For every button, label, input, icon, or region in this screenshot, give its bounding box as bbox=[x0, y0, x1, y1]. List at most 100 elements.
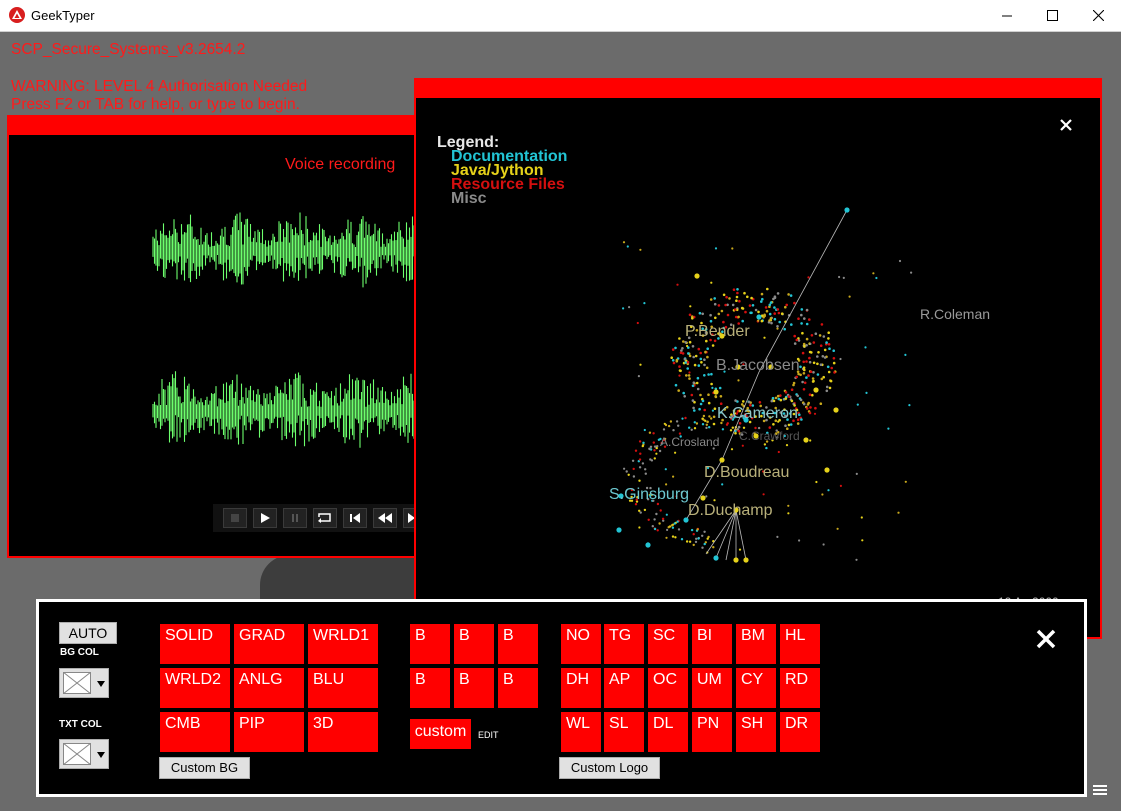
logo-no-button[interactable]: NO bbox=[561, 624, 601, 664]
graph-file-node bbox=[678, 337, 681, 340]
graph-file-node bbox=[713, 499, 716, 502]
graph-file-node bbox=[638, 466, 642, 469]
menu-button[interactable] bbox=[1093, 783, 1107, 795]
graph-file-node bbox=[784, 424, 787, 428]
b-button-4[interactable]: B bbox=[410, 668, 450, 708]
logo-pn-button[interactable]: PN bbox=[692, 712, 732, 752]
b-button-5[interactable]: B bbox=[454, 668, 494, 708]
panel-close-button[interactable] bbox=[1036, 629, 1058, 651]
graph-file-node bbox=[680, 538, 684, 541]
text-color-picker[interactable] bbox=[59, 739, 109, 769]
bg-blu-button[interactable]: BLU bbox=[308, 668, 378, 708]
minimize-button[interactable] bbox=[984, 0, 1030, 31]
bg-anlg-button[interactable]: ANLG bbox=[234, 668, 304, 708]
rewind-button[interactable] bbox=[373, 508, 397, 528]
graph-file-node bbox=[777, 311, 781, 315]
graph-file-node bbox=[808, 356, 811, 360]
b-button-3[interactable]: B bbox=[498, 624, 538, 664]
logo-cy-button[interactable]: CY bbox=[736, 668, 776, 708]
author-node bbox=[694, 273, 700, 279]
b-button-6[interactable]: B bbox=[498, 668, 538, 708]
graph-file-node bbox=[717, 304, 721, 307]
play-button[interactable] bbox=[253, 508, 277, 528]
graph-file-node bbox=[655, 512, 658, 516]
window-header[interactable] bbox=[9, 117, 418, 135]
graph-file-node bbox=[806, 403, 810, 406]
logo-ap-button[interactable]: AP bbox=[604, 668, 644, 708]
graph-file-node bbox=[712, 415, 716, 419]
logo-sh-button[interactable]: SH bbox=[736, 712, 776, 752]
logo-wl-button[interactable]: WL bbox=[561, 712, 601, 752]
logo-oc-button[interactable]: OC bbox=[648, 668, 688, 708]
logo-dr-button[interactable]: DR bbox=[780, 712, 820, 752]
graph-file-node bbox=[699, 402, 703, 406]
logo-rd-button[interactable]: RD bbox=[780, 668, 820, 708]
auto-button[interactable]: AUTO bbox=[59, 622, 117, 644]
logo-dh-button[interactable]: DH bbox=[561, 668, 601, 708]
graph-file-node bbox=[705, 423, 708, 426]
loop-button[interactable] bbox=[313, 508, 337, 528]
graph-file-node bbox=[812, 341, 816, 344]
stop-button[interactable] bbox=[223, 508, 247, 528]
bg-3d-button[interactable]: 3D bbox=[308, 712, 378, 752]
graph-file-node bbox=[696, 376, 700, 380]
bg-wrld1-button[interactable]: WRLD1 bbox=[308, 624, 378, 664]
graph-file-node bbox=[710, 417, 713, 420]
system-name: SCP_Secure_Systems_v3.2654.2 bbox=[11, 41, 246, 58]
logo-dl-button[interactable]: DL bbox=[648, 712, 688, 752]
maximize-button[interactable] bbox=[1029, 0, 1075, 31]
graph-file-node bbox=[823, 348, 827, 352]
pause-button[interactable] bbox=[283, 508, 307, 528]
logo-hl-button[interactable]: HL bbox=[780, 624, 820, 664]
b-button-2[interactable]: B bbox=[454, 624, 494, 664]
logo-sc-button[interactable]: SC bbox=[648, 624, 688, 664]
graph-file-node bbox=[722, 293, 726, 297]
logo-bi-button[interactable]: BI bbox=[692, 624, 732, 664]
custom-button[interactable]: custom bbox=[410, 719, 471, 749]
graph-file-node bbox=[703, 408, 706, 412]
graph-file-node bbox=[705, 366, 709, 370]
bg-color-picker[interactable] bbox=[59, 668, 109, 698]
logo-tg-button[interactable]: TG bbox=[604, 624, 644, 664]
graph-file-node bbox=[652, 432, 655, 435]
custom-bg-button[interactable]: Custom BG bbox=[159, 757, 250, 779]
graph-file-node bbox=[740, 306, 744, 310]
graph-file-node bbox=[812, 371, 815, 374]
skip-start-button[interactable] bbox=[343, 508, 367, 528]
bg-col-label: BG COL bbox=[60, 647, 99, 658]
graph-file-node bbox=[688, 340, 692, 344]
graph-file-node bbox=[805, 376, 808, 379]
graph-file-node bbox=[790, 323, 793, 326]
graph-file-node bbox=[828, 347, 831, 351]
voice-recording-window[interactable]: Voice recording bbox=[7, 115, 420, 558]
contributor-graph-window[interactable]: Legend: Documentation Java/Jython Resour… bbox=[414, 78, 1102, 639]
bg-grad-button[interactable]: GRAD bbox=[234, 624, 304, 664]
bg-pip-button[interactable]: PIP bbox=[234, 712, 304, 752]
bg-wrld2-button[interactable]: WRLD2 bbox=[160, 668, 230, 708]
graph-file-node bbox=[827, 370, 831, 374]
bg-solid-button[interactable]: SOLID bbox=[160, 624, 230, 664]
graph-file-node bbox=[638, 479, 641, 482]
logo-sl-button[interactable]: SL bbox=[604, 712, 644, 752]
graph-file-node bbox=[672, 361, 676, 365]
graph-file-node bbox=[777, 397, 781, 401]
logo-bm-button[interactable]: BM bbox=[736, 624, 776, 664]
graph-file-node bbox=[832, 357, 836, 360]
logo-um-button[interactable]: UM bbox=[692, 668, 732, 708]
graph-file-node bbox=[808, 318, 811, 321]
graph-file-node bbox=[810, 334, 814, 337]
graph-file-node bbox=[731, 426, 734, 429]
graph-file-node bbox=[710, 281, 713, 284]
title-bar: GeekTyper bbox=[0, 0, 1121, 32]
playback-controls bbox=[213, 504, 418, 532]
custom-logo-button[interactable]: Custom Logo bbox=[559, 757, 660, 779]
graph-file-node bbox=[810, 351, 813, 354]
minimize-icon bbox=[1001, 15, 1012, 17]
b-button-1[interactable]: B bbox=[410, 624, 450, 664]
close-window-button[interactable] bbox=[1075, 0, 1121, 31]
bg-cmb-button[interactable]: CMB bbox=[160, 712, 230, 752]
name-d-boudreau: D.Boudreau bbox=[704, 464, 790, 481]
graph-file-node bbox=[777, 450, 780, 454]
edit-link[interactable]: EDIT bbox=[478, 730, 499, 740]
graph-file-node bbox=[653, 518, 656, 521]
